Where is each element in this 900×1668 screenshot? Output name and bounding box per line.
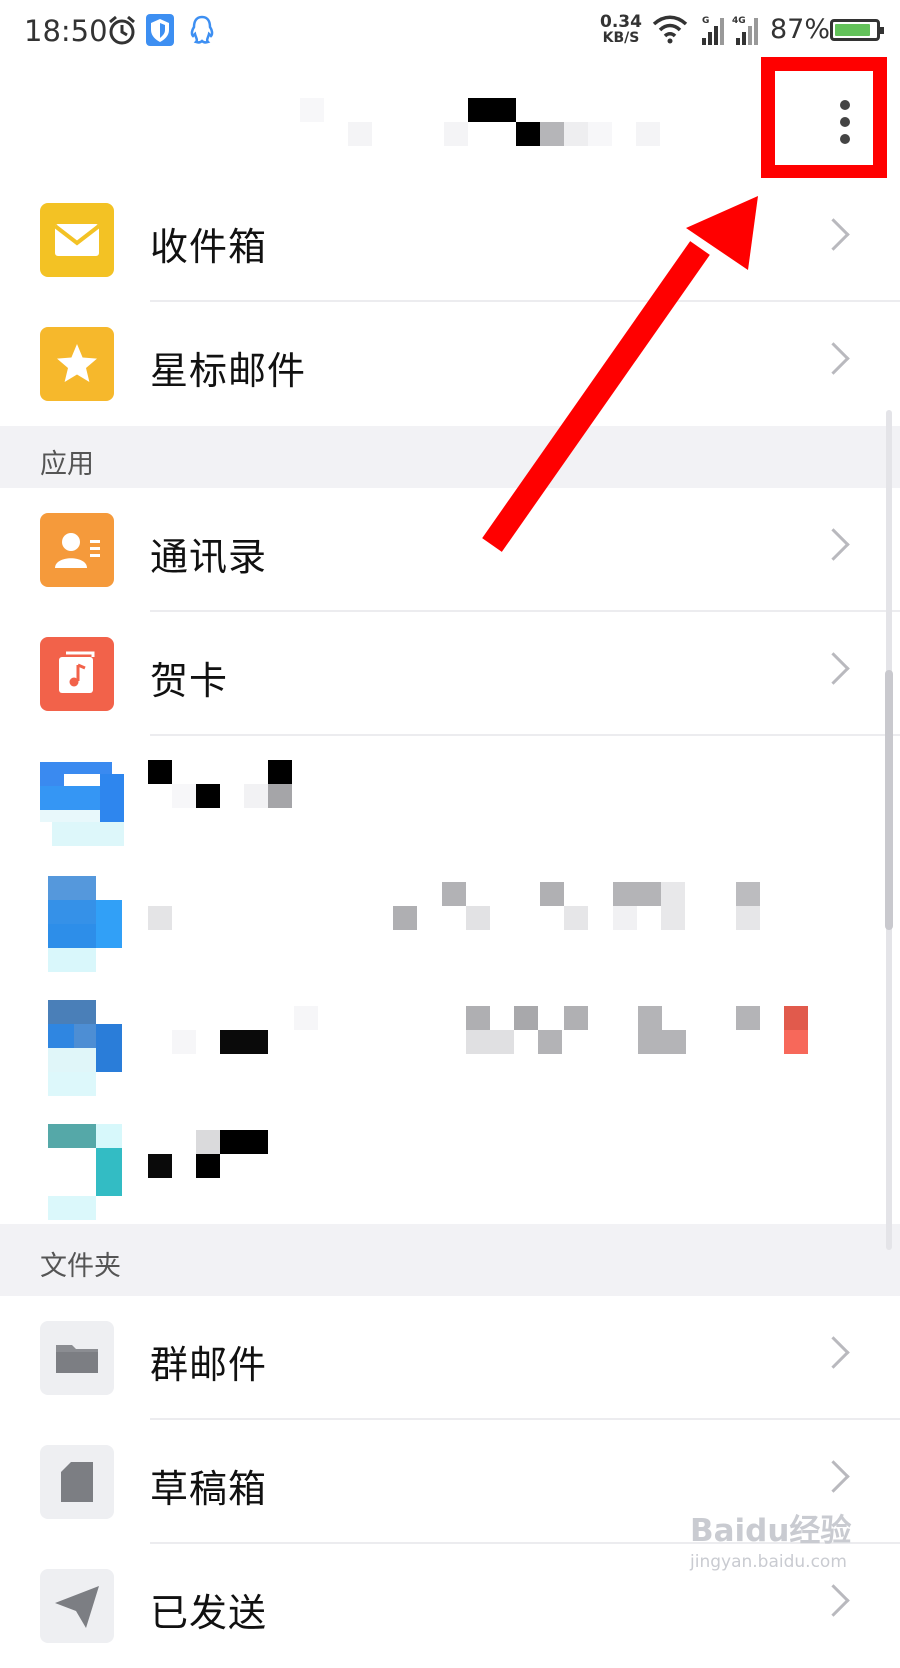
account-name-redacted	[300, 98, 680, 150]
app-name-redacted	[148, 1006, 828, 1056]
net-speed-unit: KB/S	[602, 30, 640, 46]
list-item-redacted[interactable]	[0, 984, 900, 1108]
chevron-right-icon	[817, 1584, 850, 1617]
list-item-label: 群邮件	[150, 1343, 268, 1387]
list-item-label: 贺卡	[150, 659, 229, 703]
app-name-redacted	[148, 1130, 308, 1180]
net-speed: 0.34 KB/S	[600, 12, 642, 47]
list-item-contacts[interactable]: 通讯录	[0, 488, 900, 612]
section-title: 应用	[40, 449, 94, 480]
list-item-label: 星标邮件	[150, 349, 307, 393]
chevron-right-icon	[817, 528, 850, 561]
list-item-label: 收件箱	[150, 225, 268, 269]
chevron-right-icon	[817, 1336, 850, 1369]
highlight-box	[761, 57, 887, 179]
list-item-group-mail[interactable]: 群邮件	[0, 1296, 900, 1420]
section-title: 文件夹	[40, 1251, 121, 1282]
shield-icon	[146, 14, 174, 46]
scrollbar[interactable]	[885, 410, 893, 1250]
app-icon-redacted	[40, 762, 124, 846]
folder-icon	[40, 1321, 114, 1395]
qq-icon	[190, 15, 214, 44]
contact-card-icon	[40, 513, 114, 587]
list-item-redacted[interactable]	[0, 736, 900, 860]
watermark-brand: Baidu经验	[690, 1513, 852, 1549]
app-name-redacted	[148, 760, 308, 810]
list-item-inbox[interactable]: 收件箱	[0, 178, 900, 302]
signal-icon: G	[702, 16, 724, 45]
app-icon-redacted	[48, 1124, 124, 1220]
app-icon-redacted	[48, 1000, 124, 1096]
envelope-icon	[40, 203, 114, 277]
star-icon	[40, 327, 114, 401]
list-item-redacted[interactable]	[0, 1108, 900, 1232]
battery-icon	[830, 19, 884, 41]
signal-4g-icon: 4G	[732, 16, 758, 45]
app-icon-redacted	[48, 876, 124, 972]
app-name-redacted	[148, 882, 828, 932]
chevron-right-icon	[817, 218, 850, 251]
svg-text:G: G	[702, 16, 709, 26]
section-header-folders: 文件夹	[0, 1224, 900, 1296]
send-icon	[40, 1569, 114, 1643]
list-item-greeting-card[interactable]: 贺卡	[0, 612, 900, 736]
list-item-starred[interactable]: 星标邮件	[0, 302, 900, 426]
svg-text:4G: 4G	[732, 16, 746, 26]
section-header-apps: 应用	[0, 426, 900, 488]
wifi-icon	[652, 15, 688, 44]
alarm-icon	[109, 15, 135, 45]
net-speed-value: 0.34	[600, 12, 642, 32]
list-item-label: 已发送	[150, 1591, 268, 1635]
chevron-right-icon	[817, 342, 850, 375]
list-item-label: 草稿箱	[150, 1467, 268, 1511]
document-icon	[40, 1445, 114, 1519]
battery-level	[835, 24, 870, 36]
music-card-icon	[40, 637, 114, 711]
status-time: 18:50	[24, 14, 108, 48]
scrollbar-thumb[interactable]	[885, 670, 893, 930]
list-item-label: 通讯录	[150, 535, 268, 579]
watermark-url: jingyan.baidu.com	[690, 1552, 847, 1572]
list-item-redacted[interactable]	[0, 860, 900, 984]
status-bar: 18:50 0.34 KB/S G 4G 87%	[0, 0, 900, 62]
chevron-right-icon	[817, 652, 850, 685]
battery-percent: 87%	[770, 14, 831, 45]
chevron-right-icon	[817, 1460, 850, 1493]
